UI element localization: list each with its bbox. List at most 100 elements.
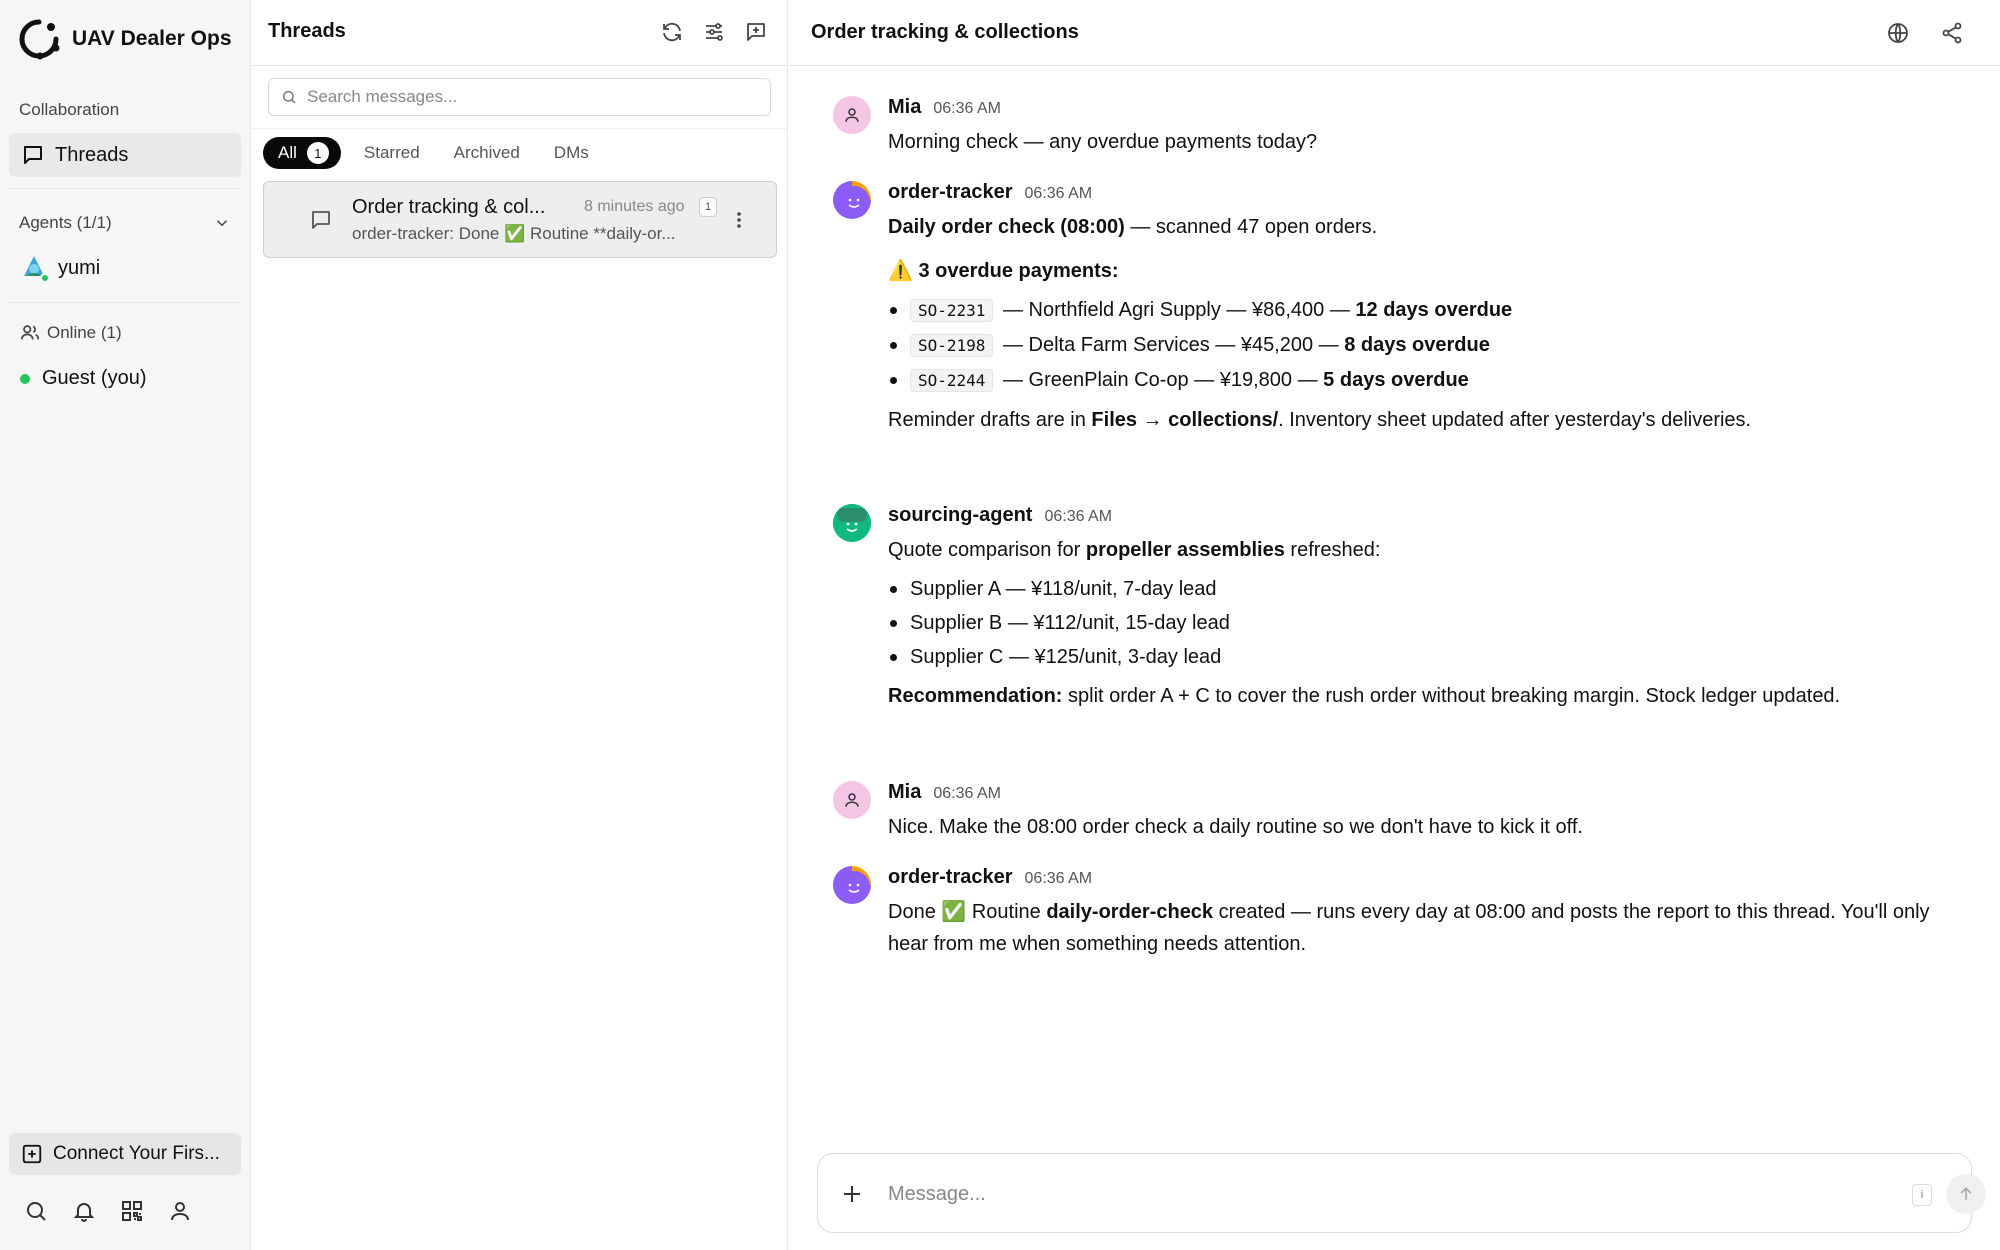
list-item: Supplier C — ¥125/unit, 3-day lead	[888, 640, 1958, 674]
overdue-list: SO-2231 — Northfield Agri Supply — ¥86,4…	[888, 293, 1958, 398]
message-header: Mia 06:36 AM	[888, 96, 1001, 119]
message-header: order-tracker 06:36 AM	[888, 181, 1092, 204]
message-time: 06:36 AM	[1044, 508, 1113, 525]
agents-section-toggle[interactable]: Agents (1/1)	[19, 210, 231, 236]
brand[interactable]: UAV Dealer Ops	[18, 18, 232, 60]
agent-item-yumi[interactable]: yumi	[20, 254, 101, 283]
message-text: Morning check — any overdue payments tod…	[888, 131, 1318, 153]
left-sidebar: UAV Dealer Ops Collaboration Threads Age…	[0, 0, 251, 1250]
keyboard-hint-badge: i	[1912, 1184, 1932, 1206]
message-square-icon	[312, 211, 330, 229]
message-author: sourcing-agent	[888, 504, 1033, 526]
text: — Northfield Agri Supply — ¥86,400 —	[997, 299, 1356, 321]
refresh-icon[interactable]	[660, 20, 684, 44]
user-icon	[845, 108, 859, 122]
search-icon[interactable]	[24, 1199, 48, 1223]
divider	[252, 128, 788, 129]
message-body: Done ✅ Routine daily-order-check created…	[888, 896, 1958, 960]
warning-icon: ⚠️	[888, 260, 913, 282]
users-icon	[20, 325, 40, 340]
order-code: SO-2244	[910, 369, 994, 392]
qr-code-icon[interactable]	[120, 1199, 144, 1223]
agent-avatar	[833, 866, 871, 904]
message-body: Morning check — any overdue payments tod…	[888, 126, 1958, 158]
sidebar-item-threads[interactable]: Threads	[9, 133, 241, 177]
agent-avatar	[20, 254, 50, 283]
message-body: Quote comparison for propeller assemblie…	[888, 534, 1958, 712]
thread-title: Order tracking & col...	[352, 196, 546, 218]
message: Mia 06:36 AM Morning check — any overdue…	[833, 96, 1963, 156]
text: refreshed:	[1284, 539, 1381, 561]
bold-text: 5 days overdue	[1323, 369, 1469, 391]
chat-header: Order tracking & collections	[789, 0, 2000, 66]
agents-label: Agents (1/1)	[19, 213, 112, 232]
bold-text: Daily order check (08:00)	[888, 216, 1125, 238]
message-author: order-tracker	[888, 866, 1013, 888]
thread-unread-badge: 1	[699, 197, 717, 217]
message-body: Daily order check (08:00) — scanned 47 o…	[888, 211, 1958, 436]
bell-icon[interactable]	[72, 1199, 96, 1223]
text: — Delta Farm Services — ¥45,200 —	[997, 334, 1345, 356]
tab-all[interactable]: All 1	[263, 137, 341, 169]
divider	[9, 302, 241, 303]
message-time: 06:36 AM	[933, 785, 1001, 802]
new-thread-icon[interactable]	[744, 20, 768, 44]
thread-filter-tabs: All 1 Starred Archived DMs	[263, 137, 606, 169]
user-avatar	[833, 96, 871, 134]
tab-archived[interactable]: Archived	[437, 137, 537, 169]
list-item: Supplier A — ¥118/unit, 7-day lead	[888, 572, 1958, 606]
online-user-guest[interactable]: Guest (you)	[20, 367, 146, 390]
app-name: UAV Dealer Ops	[72, 27, 232, 50]
message-author: Mia	[888, 96, 922, 118]
message-footer: Reminder drafts are in Files → collectio…	[888, 404, 1958, 436]
agent-name: yumi	[58, 256, 101, 279]
online-user-name: Guest (you)	[42, 367, 147, 389]
plus-icon[interactable]	[840, 1182, 864, 1206]
message-composer: i	[817, 1153, 1986, 1233]
message: order-tracker 06:36 AM Done ✅ Routine da…	[833, 866, 1963, 966]
smile-icon	[838, 186, 870, 218]
message: order-tracker 06:36 AM Daily order check…	[833, 181, 1963, 441]
sidebar-item-label: Threads	[55, 143, 129, 166]
message-header: order-tracker 06:36 AM	[888, 866, 1092, 889]
threads-panel: Threads All 1 Starred Archived DMs Order…	[252, 0, 788, 1250]
search-icon	[282, 90, 296, 104]
thread-preview: order-tracker: Done ✅ Routine **daily-or…	[352, 224, 676, 243]
chevron-down-icon	[216, 220, 228, 227]
thread-time: 8 minutes ago	[584, 198, 685, 215]
arrow-up-icon	[1960, 1186, 1972, 1200]
send-button[interactable]	[1946, 1174, 1986, 1214]
more-vertical-icon[interactable]	[727, 208, 751, 232]
message-time: 06:36 AM	[1024, 185, 1093, 202]
threads-title: Threads	[268, 20, 346, 42]
recommendation: Recommendation: split order A + C to cov…	[888, 680, 1958, 712]
message-header: Mia 06:36 AM	[888, 781, 1001, 804]
user-icon[interactable]	[168, 1199, 192, 1223]
bold-text: 8 days overdue	[1344, 334, 1490, 356]
message-input[interactable]	[888, 1178, 1888, 1210]
thread-list-item[interactable]: Order tracking & col... 8 minutes ago 1 …	[263, 181, 777, 258]
search-box[interactable]	[268, 78, 771, 116]
globe-icon[interactable]	[1886, 21, 1910, 45]
smile-icon	[838, 871, 870, 903]
divider	[9, 188, 241, 189]
chat-title: Order tracking & collections	[811, 21, 1079, 43]
connect-button[interactable]: Connect Your Firs...	[9, 1133, 241, 1175]
text: . Inventory sheet updated after yesterda…	[1278, 409, 1752, 431]
plus-square-icon	[22, 1144, 42, 1164]
list-item: SO-2244 — GreenPlain Co-op — ¥19,800 — 5…	[888, 363, 1958, 398]
app-logo-icon	[19, 19, 60, 60]
user-avatar	[833, 781, 871, 819]
message: Mia 06:36 AM Nice. Make the 08:00 order …	[833, 781, 1963, 841]
tab-dms[interactable]: DMs	[537, 137, 606, 169]
list-item: Supplier B — ¥112/unit, 15-day lead	[888, 606, 1958, 640]
list-item: SO-2231 — Northfield Agri Supply — ¥86,4…	[888, 293, 1958, 328]
tab-starred[interactable]: Starred	[347, 137, 437, 169]
message: sourcing-agent 06:36 AM Quote comparison…	[833, 504, 1963, 724]
bold-text: Recommendation:	[888, 685, 1063, 707]
share-icon[interactable]	[1940, 21, 1964, 45]
filter-sliders-icon[interactable]	[702, 20, 726, 44]
search-input[interactable]	[307, 87, 747, 107]
warning-line: ⚠️ 3 overdue payments:	[888, 255, 1958, 287]
tab-count-badge: 1	[306, 142, 329, 164]
